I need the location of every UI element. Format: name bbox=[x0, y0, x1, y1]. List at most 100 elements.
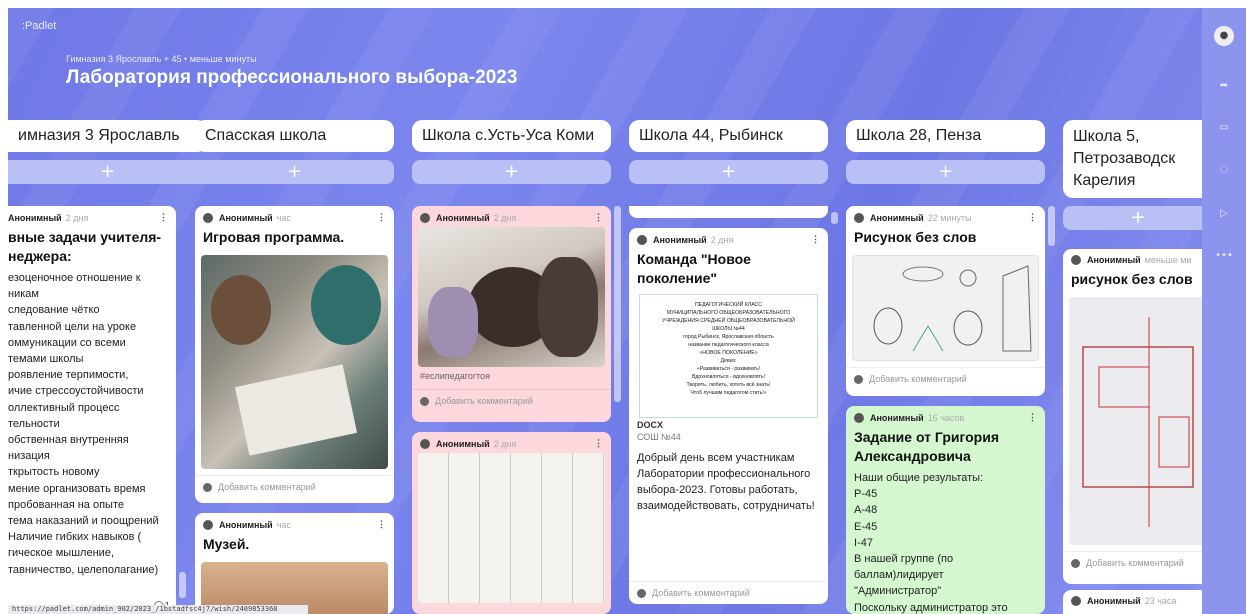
post-header: Анонимный 2 дня ⋮ bbox=[8, 206, 176, 223]
column-title[interactable]: имназия 3 Ярославль bbox=[8, 120, 207, 152]
column-title[interactable]: Школа 28, Пенза bbox=[846, 120, 1045, 152]
post-menu-icon[interactable]: ⋮ bbox=[377, 519, 386, 530]
post-time: 16 часов bbox=[927, 412, 965, 423]
column-title[interactable]: Школа 5, Петрозаводск Карелия bbox=[1063, 120, 1202, 198]
post-photo[interactable] bbox=[418, 453, 605, 603]
post-body-line: город Рыбинск, Ярославская область bbox=[683, 334, 774, 340]
post-photo[interactable] bbox=[418, 227, 605, 367]
post-card[interactable]: Анонимный 2 дня ⋮ bbox=[412, 432, 611, 614]
post-card[interactable]: Анонимный 2 дня ⋮ Команда "Новое поколен… bbox=[629, 228, 828, 604]
slideshow-icon[interactable]: ▷ bbox=[1212, 202, 1236, 226]
post-menu-icon[interactable]: ⋮ bbox=[1028, 412, 1037, 423]
scrollbar-thumb[interactable] bbox=[1048, 206, 1055, 246]
avatar bbox=[203, 212, 213, 223]
column-school-5: Школа 5, Петрозаводск Карелия + bbox=[1063, 120, 1202, 230]
post-photo[interactable] bbox=[852, 255, 1039, 361]
add-comment[interactable]: Добавить комментарий bbox=[846, 367, 1045, 390]
add-post-button[interactable]: + bbox=[846, 160, 1045, 184]
post-body-line: тема наказаний и поощрений bbox=[8, 515, 159, 528]
post-body-line: название педагогического класса bbox=[688, 342, 769, 348]
post-body-line: Девиз: bbox=[720, 358, 737, 364]
post-header: Анонимный 16 часов ⋮ bbox=[846, 406, 1045, 423]
avatar bbox=[420, 212, 430, 223]
post-title: Игровая программа. bbox=[203, 229, 345, 245]
post-body-line: пробованная на опыте bbox=[8, 498, 124, 511]
post-menu-icon[interactable]: ⋮ bbox=[594, 212, 603, 223]
post-body-line: МУНИЦИПАЛЬНОГО ОБЩЕОБРАЗОВАТЕЛЬНОГО bbox=[666, 310, 791, 316]
avatar bbox=[1071, 596, 1081, 606]
post-menu-icon[interactable]: ⋮ bbox=[159, 212, 168, 223]
post-body-line: В нашей группе (по bbox=[854, 553, 954, 566]
user-avatar-icon[interactable]: ● bbox=[1214, 26, 1234, 46]
post-body-line: езоценочное отношение к bbox=[8, 272, 141, 284]
post-body-line: темами школы bbox=[8, 353, 84, 366]
column-title[interactable]: Спасская школа bbox=[195, 120, 394, 152]
padlet-logo[interactable]: :Padlet bbox=[22, 20, 56, 32]
add-comment[interactable]: Добавить комментарий bbox=[1063, 551, 1202, 574]
attachment-name: СОШ №44 bbox=[637, 432, 681, 442]
avatar bbox=[420, 438, 430, 449]
scrollbar-thumb[interactable] bbox=[614, 206, 621, 402]
post-menu-icon[interactable]: ⋮ bbox=[377, 212, 386, 223]
add-post-button[interactable]: + bbox=[8, 160, 207, 184]
post-time: 2 дня bbox=[65, 212, 89, 223]
share-icon[interactable]: ➦ bbox=[1212, 74, 1236, 98]
post-body-line: A-48 bbox=[854, 504, 878, 517]
post-body-line: никам bbox=[8, 288, 39, 301]
add-comment[interactable]: Добавить комментарий bbox=[195, 475, 394, 498]
post-card[interactable]: Анонимный 2 дня ⋮ #еслипедагогтоя Добави… bbox=[412, 206, 611, 422]
post-body-line: низация bbox=[8, 450, 50, 463]
drawing-illustration bbox=[873, 265, 1032, 352]
post-time: 23 часа bbox=[1144, 596, 1177, 606]
post-body-line: Вдохновляться - вдохновлять! bbox=[691, 374, 766, 380]
post-title: Рисунок без слов bbox=[854, 229, 977, 245]
more-icon[interactable]: ••• bbox=[1212, 244, 1236, 268]
post-card[interactable]: Анонимный 2 дня ⋮ вные задачи учителя-не… bbox=[8, 206, 176, 614]
post-title: Задание от Григория Александровича bbox=[854, 429, 1000, 464]
add-comment[interactable]: Добавить комментарий bbox=[412, 389, 611, 412]
post-card[interactable]: Анонимный 23 часа bbox=[1063, 590, 1202, 614]
column-title[interactable]: Школа с.Усть-Уса Коми bbox=[412, 120, 611, 152]
avatar bbox=[420, 396, 429, 406]
post-body: Наши общие результаты: P-45 A-48 E-45 I-47 В … bbox=[846, 470, 1045, 614]
breadcrumb: Гимназия 3 Ярославль + 45 • меньше минут… bbox=[66, 54, 257, 64]
post-menu-icon[interactable]: ⋮ bbox=[594, 438, 603, 449]
add-post-button[interactable]: + bbox=[412, 160, 611, 184]
column-school-28: Школа 28, Пенза + bbox=[846, 120, 1045, 184]
page-title: Лаборатория профессионального выбора-202… bbox=[66, 67, 518, 88]
post-card[interactable]: Анонимный 16 часов ⋮ Задание от Григория… bbox=[846, 406, 1045, 614]
avatar bbox=[637, 234, 647, 245]
post-menu-icon[interactable]: ⋮ bbox=[811, 234, 820, 245]
post-card[interactable]: Анонимный 22 минуты ⋮ Рисунок без слов Д… bbox=[846, 206, 1045, 396]
post-header: Анонимный 2 дня ⋮ bbox=[629, 228, 828, 245]
post-body-line: роявление терпимости, bbox=[8, 369, 129, 382]
column-title[interactable]: Школа 44, Рыбинск bbox=[629, 120, 828, 152]
post-card[interactable]: Анонимный меньше ми рисунок без слов Доб… bbox=[1063, 249, 1202, 584]
post-photo[interactable] bbox=[201, 255, 388, 469]
add-post-button[interactable]: + bbox=[1063, 206, 1202, 230]
post-time: час bbox=[276, 212, 291, 223]
post-body-line: ШКОЛЫ №44 bbox=[712, 326, 745, 332]
remake-icon[interactable]: ▭ bbox=[1212, 116, 1236, 140]
status-bar-url: https://padlet.com/admin_902/2023_/1bsta… bbox=[8, 605, 308, 614]
post-card[interactable]: Анонимный час ⋮ Игровая программа. Добав… bbox=[195, 206, 394, 503]
add-post-button[interactable]: + bbox=[195, 160, 394, 184]
post-photo[interactable] bbox=[1069, 297, 1202, 545]
scrollbar-thumb[interactable] bbox=[831, 212, 838, 224]
post-card[interactable]: Анонимный час ⋮ Музей. bbox=[195, 513, 394, 614]
post-menu-icon[interactable]: ⋮ bbox=[1028, 212, 1037, 223]
avatar bbox=[854, 374, 863, 384]
post-body-line: оллективный процесс bbox=[8, 401, 120, 414]
document-preview[interactable]: ПЕДАГОГИЧЕСКИЙ КЛАСС МУНИЦИПАЛЬНОГО ОБЩЕО… bbox=[639, 294, 818, 418]
post-author: Анонимный bbox=[1087, 255, 1141, 265]
post-title: вные задачи учителя-неджера: bbox=[8, 229, 162, 264]
scrollbar-thumb[interactable] bbox=[179, 572, 186, 598]
post-body-line: оммуникации со всеми bbox=[8, 336, 126, 349]
post-body-line: P-45 bbox=[854, 488, 878, 501]
notification-icon[interactable]: ◌ bbox=[1212, 158, 1236, 182]
add-post-button[interactable]: + bbox=[629, 160, 828, 184]
post-card-partial[interactable] bbox=[629, 206, 828, 218]
avatar bbox=[203, 519, 213, 530]
post-header: Анонимный час ⋮ bbox=[195, 513, 394, 530]
add-comment[interactable]: Добавить комментарий bbox=[629, 581, 828, 604]
